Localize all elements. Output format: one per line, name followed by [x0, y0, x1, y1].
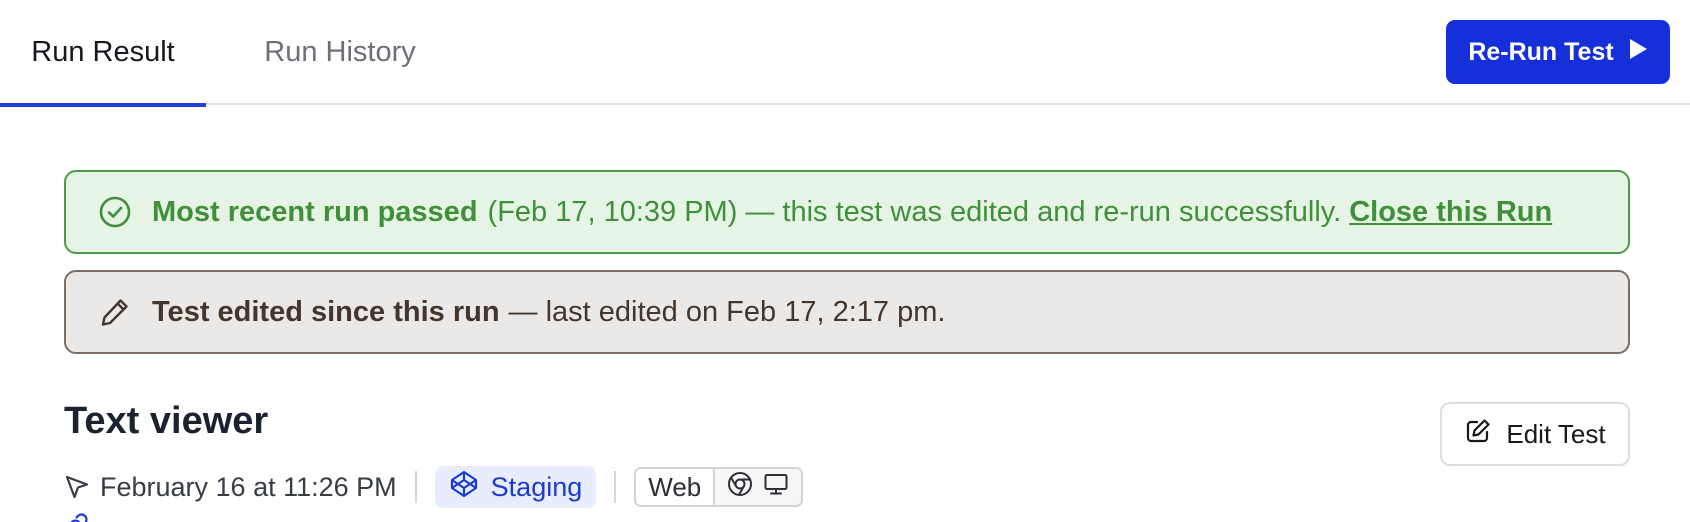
test-url-row [64, 512, 90, 522]
edit-test-label: Edit Test [1506, 418, 1606, 449]
environment-badge[interactable]: Staging [434, 466, 597, 508]
top-tab-bar: Run Result Run History Re-Run Test [0, 0, 1690, 107]
pencil-icon [98, 295, 132, 329]
edit-test-button[interactable]: Edit Test [1440, 402, 1630, 466]
monitor-icon [763, 471, 789, 504]
test-edited-heading: Test edited since this run [152, 295, 500, 328]
platform-label: Web [636, 469, 716, 505]
platform-badge: Web [634, 467, 804, 507]
meta-divider [414, 471, 417, 503]
tab-run-history[interactable]: Run History [240, 0, 440, 105]
test-title: Text viewer [64, 400, 269, 442]
cursor-arrow-icon [64, 474, 90, 500]
check-circle-icon [98, 195, 132, 229]
play-icon [1628, 38, 1648, 67]
environment-label: Staging [490, 471, 583, 502]
tab-run-result[interactable]: Run Result [0, 0, 206, 107]
rerun-test-label: Re-Run Test [1468, 37, 1614, 66]
chrome-icon [727, 471, 753, 504]
close-run-link[interactable]: Close this Run [1349, 196, 1552, 229]
rerun-test-button[interactable]: Re-Run Test [1446, 20, 1670, 84]
run-passed-message: — this test was edited and re-run succes… [745, 195, 1342, 228]
meta-divider [614, 471, 617, 503]
link-icon [64, 511, 90, 522]
edit-square-icon [1464, 417, 1492, 452]
platform-icons [715, 469, 801, 505]
test-edited-message: — last edited on Feb 17, 2:17 pm. [508, 295, 946, 328]
run-time: February 16 at 11:26 PM [100, 471, 397, 502]
test-meta-row: February 16 at 11:26 PM Staging Web [64, 466, 804, 508]
run-passed-timestamp: (Feb 17, 10:39 PM) [487, 195, 738, 228]
codepen-icon [449, 469, 479, 506]
test-edited-banner: Test edited since this run — last edited… [64, 270, 1630, 354]
run-passed-heading: Most recent run passed [152, 195, 478, 228]
run-passed-banner: Most recent run passed (Feb 17, 10:39 PM… [64, 170, 1630, 254]
